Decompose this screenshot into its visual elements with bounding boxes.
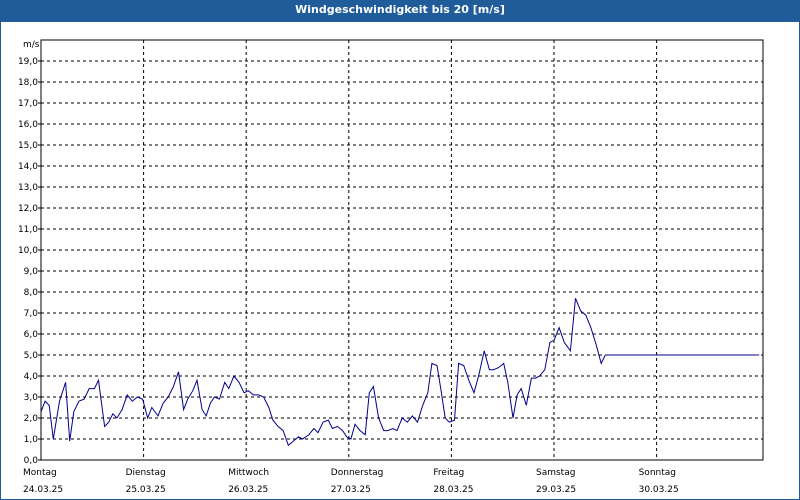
y-tick-label: 8,0 <box>24 288 39 298</box>
y-tick-label: 7,0 <box>24 309 39 319</box>
x-tick-label-day: Donnerstag <box>331 468 384 478</box>
y-axis-unit-label: m/s <box>23 40 40 50</box>
y-tick-label: 13,0 <box>18 183 38 193</box>
x-tick-label-day: Montag <box>23 468 57 478</box>
x-tick-label-date: 27.03.25 <box>331 485 371 495</box>
y-tick-label: 5,0 <box>24 351 39 361</box>
y-tick-label: 17,0 <box>18 99 38 109</box>
y-tick-label: 0,0 <box>24 456 39 466</box>
x-tick-label-date: 28.03.25 <box>433 485 473 495</box>
y-tick-label: 18,0 <box>18 78 38 88</box>
y-tick-label: 19,0 <box>18 57 38 67</box>
y-tick-label: 3,0 <box>24 393 39 403</box>
chart-panel: 0,0 1,0 2,0 3,0 4,0 5,0 6,0 7,0 8,0 9,0 10,0 11,0 12… <box>1 22 799 499</box>
y-tick-label: 2,0 <box>24 414 39 424</box>
x-tick-label-date: 24.03.25 <box>23 485 63 495</box>
x-tick-label-date: 26.03.25 <box>228 485 268 495</box>
y-tick-label: 14,0 <box>18 162 38 172</box>
y-tick-label: 9,0 <box>24 267 39 277</box>
x-tick-label-date: 30.03.25 <box>639 485 679 495</box>
x-tick-label-date: 25.03.25 <box>126 485 166 495</box>
y-tick-label: 1,0 <box>24 435 39 445</box>
x-tick-label-day: Mittwoch <box>228 468 269 478</box>
x-tick-label-day: Sonntag <box>639 468 676 478</box>
y-tick-label: 4,0 <box>24 372 39 382</box>
x-tick-label-date: 29.03.25 <box>536 485 576 495</box>
x-tick-label-day: Samstag <box>536 468 575 478</box>
x-tick-label-day: Freitag <box>433 468 464 478</box>
chart-title: Windgeschwindigkeit bis 20 [m/s] <box>0 0 800 22</box>
y-tick-label: 10,0 <box>18 246 38 256</box>
y-tick-label: 12,0 <box>18 204 38 214</box>
y-tick-label: 6,0 <box>24 330 39 340</box>
wind-speed-chart: 0,0 1,0 2,0 3,0 4,0 5,0 6,0 7,0 8,0 9,0 10,0 11,0 12… <box>18 39 764 495</box>
y-tick-label: 16,0 <box>18 120 38 130</box>
x-tick-label-day: Dienstag <box>126 468 166 478</box>
y-tick-label: 11,0 <box>18 225 38 235</box>
y-tick-label: 15,0 <box>18 141 38 151</box>
